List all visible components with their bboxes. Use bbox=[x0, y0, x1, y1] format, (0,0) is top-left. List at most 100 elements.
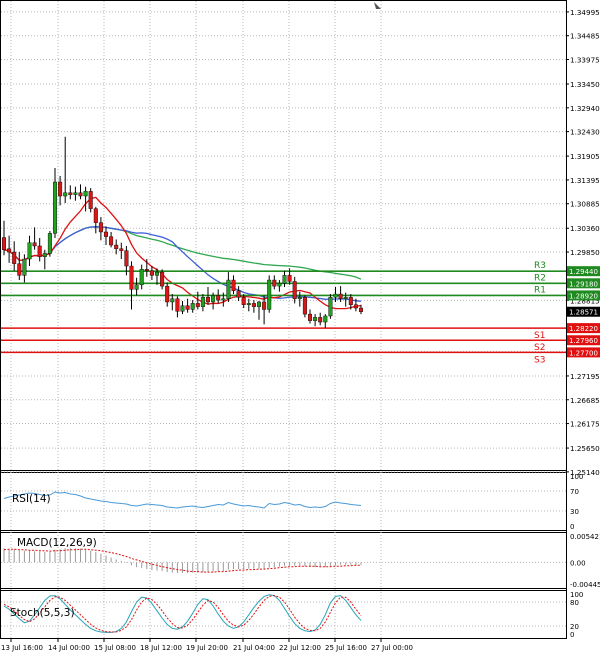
candle-body bbox=[109, 236, 114, 246]
candle-body bbox=[129, 265, 134, 290]
forex-chart: 1.34995 1.34485 1.33975 1.33450 1.32940 1.324… bbox=[0, 0, 600, 652]
y-tick-label: 1.26685 bbox=[570, 396, 600, 405]
candle-body bbox=[287, 275, 292, 282]
candle-body bbox=[73, 192, 78, 195]
candle-body bbox=[231, 279, 236, 291]
candle-body bbox=[149, 270, 154, 276]
candle-body bbox=[216, 295, 221, 301]
candle-body bbox=[154, 271, 159, 276]
level-name-r1: R1 bbox=[534, 285, 546, 295]
y-tick-label: 1.27195 bbox=[570, 372, 600, 381]
candle-body bbox=[53, 181, 58, 234]
candle-body bbox=[12, 251, 17, 264]
x-tick-label: 22 Jul 12:00 bbox=[279, 644, 321, 652]
macd-tick-label: 0.005421 bbox=[570, 533, 600, 541]
y-tick-label: 1.26175 bbox=[570, 420, 600, 429]
macd-title: MACD(12,26,9) bbox=[17, 537, 97, 549]
chart-area: 1.34995 1.34485 1.33975 1.33450 1.32940 1.324… bbox=[0, 0, 600, 657]
candle-body bbox=[221, 298, 226, 301]
level-name-r2: R2 bbox=[534, 273, 546, 283]
level-name-s3: S3 bbox=[534, 355, 545, 365]
candle-body bbox=[190, 303, 195, 310]
x-tick-label: 18 Jul 12:00 bbox=[140, 644, 182, 652]
candle-body bbox=[226, 279, 231, 299]
level-price-s3: 1.27700 bbox=[569, 349, 598, 357]
candle-body bbox=[103, 231, 108, 237]
candle-body bbox=[2, 237, 6, 250]
candle-body bbox=[333, 293, 338, 298]
y-tick-label: 1.25650 bbox=[570, 444, 600, 453]
x-tick-label: 27 Jul 00:00 bbox=[371, 644, 413, 652]
candle-body bbox=[180, 305, 185, 312]
candle-body bbox=[139, 269, 144, 285]
y-tick-label: 1.34485 bbox=[570, 32, 600, 41]
x-tick-label: 25 Jul 16:00 bbox=[325, 644, 367, 652]
candle-body bbox=[205, 297, 210, 303]
candle-body bbox=[323, 315, 328, 323]
candle-body bbox=[185, 305, 190, 310]
level-name-r3: R3 bbox=[534, 261, 546, 271]
candle-body bbox=[313, 317, 318, 321]
moving-average-blue bbox=[3, 226, 362, 302]
y-tick-label: 1.32430 bbox=[570, 128, 600, 137]
y-tick-label: 1.31395 bbox=[570, 176, 600, 185]
candle-body bbox=[272, 279, 277, 287]
candle-body bbox=[17, 263, 22, 276]
candle-body bbox=[241, 297, 246, 305]
y-tick-label: 1.29850 bbox=[570, 248, 600, 257]
candle-body bbox=[63, 192, 68, 197]
candle-body bbox=[124, 250, 129, 267]
candle-body bbox=[343, 297, 348, 299]
candle-body bbox=[37, 245, 42, 257]
candle-body bbox=[328, 297, 333, 317]
candle-body bbox=[277, 283, 282, 287]
x-tick-label: 15 Jul 08:00 bbox=[94, 644, 136, 652]
candle-body bbox=[68, 192, 73, 195]
stoch-tick-label: 0 bbox=[570, 631, 574, 639]
candle-body bbox=[318, 317, 323, 323]
y-tick-label: 1.33975 bbox=[570, 56, 600, 65]
candle-body bbox=[47, 233, 52, 254]
y-tick-label: 1.34995 bbox=[570, 8, 600, 17]
candle-body bbox=[83, 191, 88, 197]
candle-body bbox=[160, 271, 165, 287]
level-price-r1: 1.28920 bbox=[569, 292, 598, 300]
candle-body bbox=[302, 297, 307, 315]
candle-body bbox=[348, 297, 353, 305]
y-tick-label: 1.30360 bbox=[570, 224, 600, 233]
candle-body bbox=[175, 298, 180, 312]
candle-body bbox=[144, 269, 149, 271]
stoch-title: Stoch(5,5,3) bbox=[10, 607, 75, 619]
x-tick-label: 21 Jul 04:00 bbox=[233, 644, 275, 652]
x-tick-label: 19 Jul 20:00 bbox=[186, 644, 228, 652]
y-tick-label: 1.32940 bbox=[570, 104, 600, 113]
y-tick-label: 1.31905 bbox=[570, 152, 600, 161]
candle-body bbox=[114, 244, 119, 249]
candle-body bbox=[42, 253, 47, 257]
macd-tick-label: -0.004458 bbox=[570, 581, 600, 589]
candle-body bbox=[195, 303, 200, 307]
candle-body bbox=[58, 181, 63, 197]
candle-body bbox=[338, 293, 343, 299]
candle-body bbox=[27, 242, 32, 260]
candle-body bbox=[7, 248, 12, 253]
current-price-label: 1.28571 bbox=[569, 309, 598, 317]
x-tick-label: 13 Jul 16:00 bbox=[1, 644, 43, 652]
candle-body bbox=[292, 281, 297, 299]
rsi-tick-label: 30 bbox=[570, 508, 579, 516]
y-tick-label: 1.33450 bbox=[570, 80, 600, 89]
candle-body bbox=[134, 284, 139, 290]
candle-body bbox=[353, 304, 358, 309]
stoch-tick-label: 100 bbox=[570, 591, 583, 599]
candle-body bbox=[165, 285, 170, 303]
level-price-s1: 1.28220 bbox=[569, 325, 598, 333]
rsi-tick-label: 0 bbox=[570, 523, 574, 531]
candle-body bbox=[200, 297, 205, 307]
candle-body bbox=[98, 222, 103, 233]
candle-body bbox=[211, 295, 216, 303]
candle-body bbox=[32, 242, 37, 247]
candle-body bbox=[308, 313, 313, 321]
candle-body bbox=[359, 307, 364, 312]
level-price-r2: 1.29180 bbox=[569, 280, 598, 288]
candle-body bbox=[78, 192, 83, 197]
